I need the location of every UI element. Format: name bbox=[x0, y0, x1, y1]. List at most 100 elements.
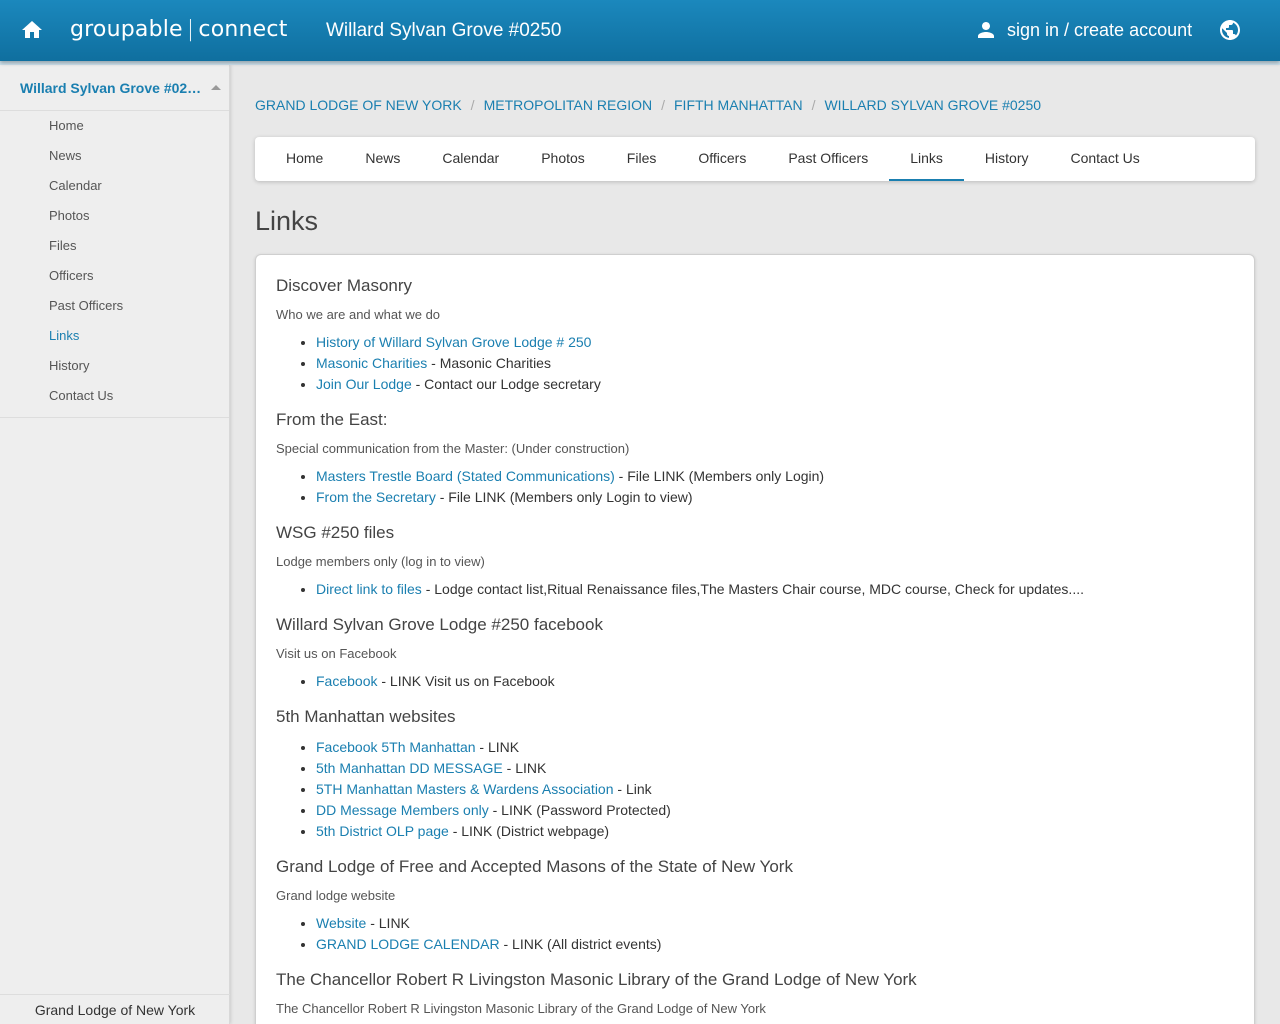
sidebar-item-news[interactable]: News bbox=[0, 141, 229, 171]
sidebar-item-officers[interactable]: Officers bbox=[0, 261, 229, 291]
collapse-arrow-icon[interactable] bbox=[211, 85, 222, 90]
link-note: - Lodge contact list,Ritual Renaissance … bbox=[421, 581, 1084, 597]
link-olp-page[interactable]: 5th District OLP page bbox=[316, 823, 449, 839]
section-description: Lodge members only (log in to view) bbox=[276, 554, 485, 569]
tab-home[interactable]: Home bbox=[265, 137, 344, 181]
sidebar: Willard Sylvan Grove #02… Home News Cale… bbox=[0, 65, 230, 1024]
link-dd-message[interactable]: 5th Manhattan DD MESSAGE bbox=[316, 760, 503, 776]
link-facebook[interactable]: Facebook bbox=[316, 673, 377, 689]
breadcrumb-region[interactable]: METROPOLITAN REGION bbox=[484, 97, 653, 113]
tab-bar: Home News Calendar Photos Files Officers… bbox=[255, 137, 1255, 181]
sidebar-item-contact-us[interactable]: Contact Us bbox=[0, 381, 229, 411]
link-direct-files[interactable]: Direct link to files bbox=[316, 581, 422, 597]
list-item: Join Our Lodge - Contact our Lodge secre… bbox=[316, 374, 1234, 395]
brand-right: connect bbox=[198, 17, 288, 42]
sidebar-item-history[interactable]: History bbox=[0, 351, 229, 381]
globe-icon[interactable] bbox=[1218, 18, 1242, 42]
breadcrumb-grand-lodge[interactable]: GRAND LODGE OF NEW YORK bbox=[255, 97, 462, 113]
link-join-our-lodge[interactable]: Join Our Lodge bbox=[316, 376, 412, 392]
list-item: 5th Manhattan DD MESSAGE - LINK bbox=[316, 758, 1234, 779]
top-app-bar: groupable | connect Willard Sylvan Grove #… bbox=[0, 0, 1280, 61]
links-card: Discover Masonry Who we are and what we … bbox=[255, 254, 1255, 1024]
link-note: - LINK (All district events) bbox=[499, 936, 662, 952]
breadcrumb-separator: / bbox=[470, 97, 475, 113]
list-item: Direct link to files - Lodge contact lis… bbox=[316, 579, 1234, 600]
section-description: Grand lodge website bbox=[276, 888, 396, 903]
list-item: Facebook - LINK Visit us on Facebook bbox=[316, 671, 1234, 692]
link-masonic-charities[interactable]: Masonic Charities bbox=[316, 355, 427, 371]
list-item: From the Secretary - File LINK (Members … bbox=[316, 487, 1234, 508]
link-note: - File LINK (Members only Login) bbox=[614, 468, 825, 484]
link-note: - File LINK (Members only Login to view) bbox=[435, 489, 693, 505]
section-title: Grand Lodge of Free and Accepted Masons … bbox=[276, 857, 793, 876]
list-item: Website - LINK bbox=[316, 913, 1234, 934]
link-facebook-5th-manhattan[interactable]: Facebook 5Th Manhattan bbox=[316, 739, 476, 755]
list-item: History of Willard Sylvan Grove Lodge # … bbox=[316, 332, 1234, 353]
section-title: 5th Manhattan websites bbox=[276, 707, 456, 726]
link-grand-lodge-calendar[interactable]: GRAND LODGE CALENDAR bbox=[316, 936, 500, 952]
section-title: WSG #250 files bbox=[276, 523, 395, 542]
list-item: Masters Trestle Board (Stated Communicat… bbox=[316, 466, 1234, 487]
sidebar-nav: Home News Calendar Photos Files Officers… bbox=[0, 111, 229, 418]
tab-links[interactable]: Links bbox=[889, 137, 964, 181]
section-from-the-east: From the East: Special communication fro… bbox=[276, 409, 1234, 508]
sidebar-item-files[interactable]: Files bbox=[0, 231, 229, 261]
section-description: Special communication from the Master: (… bbox=[276, 441, 630, 456]
list-item: DD Message Members only - LINK (Password… bbox=[316, 800, 1234, 821]
signin-button[interactable]: sign in / create account bbox=[974, 18, 1192, 42]
link-trestle-board[interactable]: Masters Trestle Board (Stated Communicat… bbox=[316, 468, 615, 484]
breadcrumb-lodge[interactable]: WILLARD SYLVAN GROVE #0250 bbox=[824, 97, 1041, 113]
link-note: - Contact our Lodge secretary bbox=[411, 376, 601, 392]
tab-photos[interactable]: Photos bbox=[520, 137, 606, 181]
link-website[interactable]: Website bbox=[316, 915, 366, 931]
tab-past-officers[interactable]: Past Officers bbox=[767, 137, 889, 181]
brand-left: groupable bbox=[70, 17, 183, 42]
section-wsg-files: WSG #250 files Lodge members only (log i… bbox=[276, 522, 1234, 600]
section-discover-masonry: Discover Masonry Who we are and what we … bbox=[276, 275, 1234, 395]
home-icon[interactable] bbox=[20, 18, 44, 42]
tab-calendar[interactable]: Calendar bbox=[421, 137, 520, 181]
sidebar-item-home[interactable]: Home bbox=[0, 111, 229, 141]
list-item: GRAND LODGE CALENDAR - LINK (All distric… bbox=[316, 934, 1234, 955]
link-from-secretary[interactable]: From the Secretary bbox=[316, 489, 436, 505]
sidebar-item-calendar[interactable]: Calendar bbox=[0, 171, 229, 201]
link-note: - LINK bbox=[502, 760, 547, 776]
link-note: - LINK bbox=[475, 739, 520, 755]
section-title: From the East: bbox=[276, 410, 388, 429]
tab-contact-us[interactable]: Contact Us bbox=[1049, 137, 1160, 181]
link-note: - LINK (Password Protected) bbox=[488, 802, 671, 818]
section-facebook: Willard Sylvan Grove Lodge #250 facebook… bbox=[276, 614, 1234, 692]
link-note: - LINK Visit us on Facebook bbox=[377, 673, 555, 689]
section-title: Willard Sylvan Grove Lodge #250 facebook bbox=[276, 615, 603, 634]
signin-label: sign in / create account bbox=[1007, 19, 1193, 40]
tab-news[interactable]: News bbox=[344, 137, 421, 181]
site-title: Willard Sylvan Grove #0250 bbox=[326, 20, 562, 41]
section-grand-lodge: Grand Lodge of Free and Accepted Masons … bbox=[276, 856, 1234, 955]
brand-separator: | bbox=[186, 17, 195, 42]
list-item: 5th District OLP page - LINK (District w… bbox=[316, 821, 1234, 842]
link-dd-message-members[interactable]: DD Message Members only bbox=[316, 802, 489, 818]
sidebar-footer-link[interactable]: Grand Lodge of New York bbox=[0, 994, 230, 1024]
section-5th-manhattan: 5th Manhattan websites Facebook 5Th Manh… bbox=[276, 706, 1234, 842]
link-history[interactable]: History of Willard Sylvan Grove Lodge # … bbox=[316, 334, 591, 350]
brand-logo[interactable]: groupable | connect bbox=[70, 17, 288, 42]
breadcrumb-separator: / bbox=[811, 97, 816, 113]
section-description: Visit us on Facebook bbox=[276, 646, 397, 661]
sidebar-title[interactable]: Willard Sylvan Grove #02… bbox=[0, 65, 229, 111]
tab-officers[interactable]: Officers bbox=[677, 137, 767, 181]
link-masters-wardens[interactable]: 5TH Manhattan Masters & Wardens Associat… bbox=[316, 781, 614, 797]
sidebar-item-links[interactable]: Links bbox=[0, 321, 229, 351]
link-note: - LINK bbox=[366, 915, 410, 931]
breadcrumb-district[interactable]: FIFTH MANHATTAN bbox=[674, 97, 803, 113]
sidebar-title-label: Willard Sylvan Grove #02… bbox=[20, 79, 202, 96]
link-note: - LINK (District webpage) bbox=[448, 823, 610, 839]
tab-files[interactable]: Files bbox=[606, 137, 678, 181]
section-masonic-library: The Chancellor Robert R Livingston Mason… bbox=[276, 969, 1234, 1018]
tab-history[interactable]: History bbox=[964, 137, 1050, 181]
list-item: 5TH Manhattan Masters & Wardens Associat… bbox=[316, 779, 1234, 800]
sidebar-item-past-officers[interactable]: Past Officers bbox=[0, 291, 229, 321]
list-item: Masonic Charities - Masonic Charities bbox=[316, 353, 1234, 374]
section-title: The Chancellor Robert R Livingston Mason… bbox=[276, 970, 917, 989]
sidebar-item-photos[interactable]: Photos bbox=[0, 201, 229, 231]
header-stripe bbox=[0, 61, 1280, 65]
